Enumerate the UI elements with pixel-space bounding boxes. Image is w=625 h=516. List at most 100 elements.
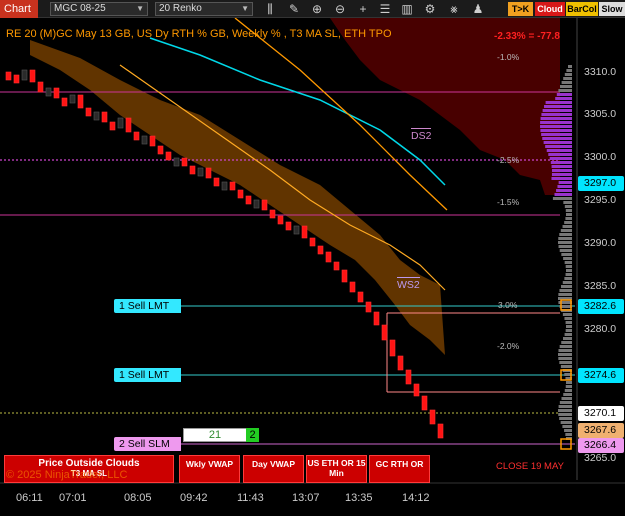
- renko-brick: [253, 199, 260, 209]
- tpo-bar: [552, 197, 572, 200]
- renko-brick: [141, 135, 148, 145]
- tpo-bar: [564, 205, 572, 208]
- tpo-bar: [541, 133, 572, 136]
- tpo-bar: [565, 385, 572, 388]
- sell-limit-order[interactable]: 1 Sell LMT: [114, 368, 181, 382]
- tpo-bar: [559, 417, 572, 420]
- bar-type-selector[interactable]: 20 Renko ▼: [155, 2, 253, 16]
- ma-price-tag: 3297.0: [578, 176, 624, 191]
- tpo-bar: [561, 341, 572, 344]
- renko-brick: [317, 245, 324, 255]
- draw-icon[interactable]: ✎: [287, 1, 301, 17]
- renko-brick: [429, 409, 436, 425]
- tpo-bar: [563, 337, 572, 340]
- tpo-bar: [562, 225, 572, 228]
- tpo-bar: [558, 89, 572, 92]
- tpo-bar: [563, 257, 572, 260]
- tpo-bar: [551, 165, 572, 168]
- tpo-bar: [565, 433, 572, 436]
- renko-brick: [349, 281, 356, 293]
- tpo-bar: [551, 173, 572, 176]
- add-icon[interactable]: +: [356, 1, 370, 17]
- tpo-bar: [561, 81, 572, 84]
- panel-title: Price Outside Clouds: [38, 458, 140, 469]
- tpo-bar: [566, 69, 572, 72]
- renko-brick: [165, 151, 172, 161]
- copyright: © 2025 NinjaTrader, LLC: [6, 469, 128, 481]
- renko-brick: [213, 177, 220, 187]
- tpo-bar: [550, 161, 572, 164]
- tpo-bar: [562, 281, 572, 284]
- renko-brick: [5, 71, 12, 81]
- time-axis-label: 07:01: [59, 492, 87, 504]
- renko-brick: [69, 94, 76, 104]
- tpo-bar: [561, 397, 572, 400]
- tpo-bar: [565, 273, 572, 276]
- tpo-bar: [559, 361, 572, 364]
- price-axis-label: 3305.0: [584, 108, 617, 120]
- tpo-bar: [558, 245, 572, 248]
- barcol-button[interactable]: BarCol: [566, 2, 598, 16]
- renko-brick: [285, 221, 292, 231]
- chart-title: Chart: [0, 0, 38, 18]
- renko-brick: [61, 97, 68, 107]
- price-axis-label: 3300.0: [584, 151, 617, 163]
- renko-brick: [277, 215, 284, 225]
- tpo-bar: [563, 201, 572, 204]
- properties-icon[interactable]: ⚙: [423, 1, 437, 17]
- sell-limit-price-tag: 3274.6: [578, 368, 624, 383]
- price-axis-label: 3280.0: [584, 323, 617, 335]
- pct-label: -2.0%: [497, 341, 520, 351]
- cloud-button[interactable]: Cloud: [535, 2, 565, 16]
- tpo-bar: [559, 401, 572, 404]
- price-axis-label: 3310.0: [584, 66, 617, 78]
- tpo-bar: [564, 317, 572, 320]
- renko-brick: [397, 355, 404, 371]
- zoom-in-icon[interactable]: ⊕: [310, 1, 324, 17]
- renko-brick: [221, 181, 228, 191]
- price-chart[interactable]: [0, 18, 625, 516]
- renko-brick: [117, 117, 124, 129]
- position-count[interactable]: 2: [246, 428, 259, 442]
- tpo-bar: [560, 365, 572, 368]
- change-percent: -2.33% = -77.8: [494, 31, 560, 42]
- bars-icon[interactable]: ⫼: [263, 1, 277, 17]
- renko-brick: [45, 87, 52, 97]
- sell-slm-order[interactable]: 2 Sell SLM: [114, 437, 181, 451]
- list-icon[interactable]: ☰: [378, 1, 392, 17]
- bar-type-value: 20 Renko: [159, 3, 202, 14]
- tpo-bar: [540, 125, 572, 128]
- renko-brick: [437, 423, 444, 439]
- tk-button[interactable]: T>K: [508, 2, 533, 16]
- renko-brick: [269, 209, 276, 219]
- tpo-bar: [563, 393, 572, 396]
- tpo-bar: [558, 413, 572, 416]
- instrument-selector[interactable]: MGC 08-25 ▼: [50, 2, 148, 16]
- tpo-bar: [565, 209, 572, 212]
- tpo-bar: [560, 421, 572, 424]
- renko-brick: [357, 291, 364, 303]
- gc-rth-or-panel: GC RTH OR: [369, 455, 430, 483]
- slow-button[interactable]: Slow: [599, 2, 625, 16]
- tpo-bar: [564, 333, 572, 336]
- position-quantity[interactable]: 21: [183, 428, 247, 442]
- sell-limit-order[interactable]: 1 Sell LMT: [114, 299, 181, 313]
- tpo-bar: [564, 389, 572, 392]
- tpo-bar: [540, 129, 572, 132]
- tpo-bar: [564, 221, 572, 224]
- indicators-icon[interactable]: ⨳: [447, 1, 461, 17]
- sell-limit-price-tag: 3282.6: [578, 299, 624, 314]
- zoom-out-icon[interactable]: ⊖: [333, 1, 347, 17]
- tpo-bar: [558, 293, 572, 296]
- renko-brick: [85, 107, 92, 117]
- chart-style-icon[interactable]: ▥: [400, 1, 414, 17]
- renko-brick: [389, 339, 396, 357]
- tpo-bar: [542, 137, 572, 140]
- pct-label: -1.5%: [497, 197, 520, 207]
- tpo-bar: [543, 141, 572, 144]
- strategies-icon[interactable]: ♟: [471, 1, 485, 17]
- tpo-bar: [565, 329, 572, 332]
- tpo-bar: [558, 405, 572, 408]
- renko-brick: [261, 199, 268, 211]
- tpo-bar: [565, 325, 572, 328]
